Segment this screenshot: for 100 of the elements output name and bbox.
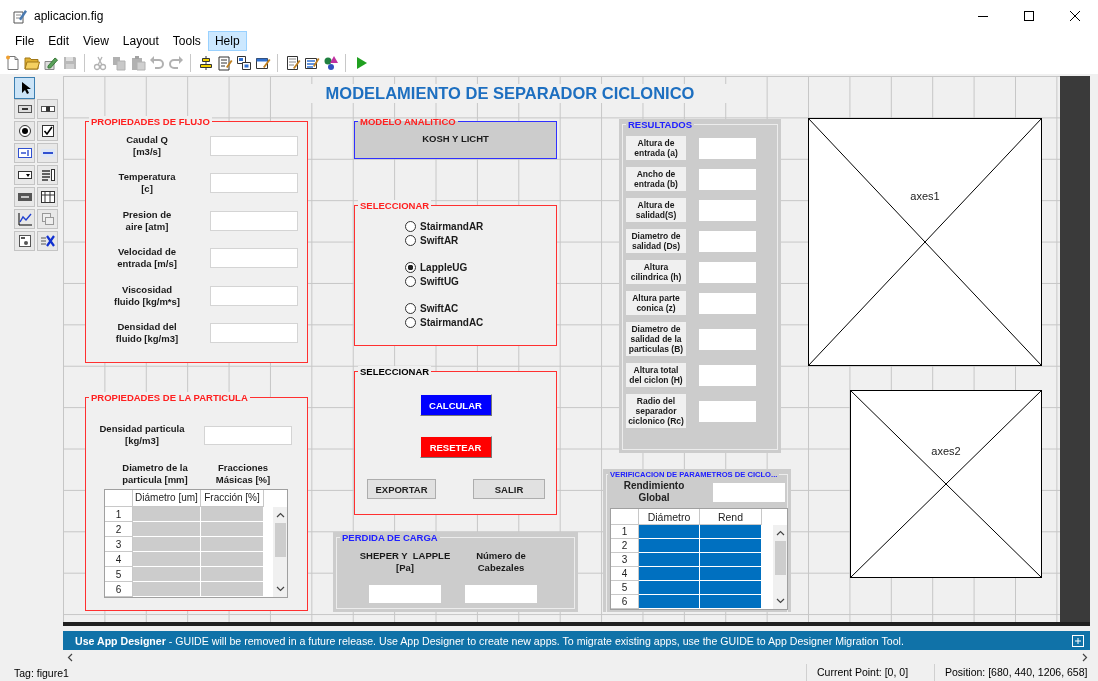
axes-icon (16, 212, 33, 226)
page-pencil-icon[interactable] (284, 54, 301, 71)
panel-title: PERDIDA DE CARGA (340, 532, 440, 543)
scroll-left-icon[interactable] (67, 652, 73, 662)
table-cell (133, 552, 201, 567)
table-cell (133, 507, 201, 522)
scroll-up-icon[interactable] (275, 512, 285, 518)
menu-item[interactable]: Layout (115, 31, 166, 51)
new-file-icon[interactable] (4, 54, 21, 71)
action-button[interactable]: SALIR (473, 479, 545, 499)
model-name: KOSH Y LICHT (421, 132, 490, 144)
input-field[interactable] (210, 173, 298, 194)
option-label: LappleUG (420, 262, 468, 274)
menu-item[interactable]: Help (207, 31, 247, 51)
reset-button[interactable]: RESETEAR (419, 436, 492, 458)
tool-button[interactable] (14, 209, 35, 229)
table-cell (639, 525, 700, 539)
scroll-down-icon[interactable] (775, 598, 785, 604)
menu-item[interactable]: Tools (165, 31, 208, 51)
column-heading: Diametro de la particula [mm] (121, 462, 189, 486)
tool-button[interactable] (14, 121, 35, 141)
scrollbar[interactable] (773, 525, 787, 609)
tool-button[interactable] (37, 187, 58, 207)
folder-icon[interactable] (23, 54, 40, 71)
radio-circle[interactable] (405, 316, 416, 328)
scroll-right-icon[interactable] (1082, 652, 1088, 662)
field-label: Diametro de salidad de la particulas (B) (626, 322, 686, 356)
field-label: Densidad del fluido [kg/m3] (114, 321, 180, 346)
radio-option[interactable]: SwiftUG (405, 274, 556, 288)
field-label: Velocidad de entrada [m/s] (116, 246, 178, 271)
tool-button[interactable] (14, 231, 35, 251)
table-cell (639, 581, 700, 595)
calculate-button[interactable]: CALCULAR (419, 394, 492, 416)
input-field[interactable] (210, 323, 298, 344)
panel-title: PROPIEDADES DE LA PARTICULA (89, 392, 250, 403)
radio-circle[interactable] (405, 303, 416, 315)
panel-title: SELECCIONAR (358, 200, 432, 211)
tab-order-icon[interactable] (235, 54, 252, 71)
window-title: aplicacion.fig (34, 8, 104, 23)
header-corner-cell (611, 509, 639, 525)
column-heading: Fracciones Másicas [%] (214, 462, 272, 486)
radio-option[interactable]: LappleUG (405, 261, 556, 275)
tool-button[interactable] (14, 143, 35, 163)
shapes-icon[interactable] (322, 54, 339, 71)
scroll-thumb[interactable] (774, 541, 786, 575)
radio-circle[interactable] (405, 221, 416, 233)
option-label: StairmandAR (420, 221, 484, 233)
tool-button[interactable] (14, 187, 35, 207)
banner-message: Use App Designer - GUIDE will be removed in a future release. Use App Designer to create new apps. To migrate existing apps, use the GUIDE to App Designer Migration Tool. (75, 634, 904, 647)
option-label: SwiftAC (420, 303, 459, 315)
table-cell (639, 539, 700, 553)
input-field[interactable] (204, 425, 292, 445)
option-label: SwiftAR (420, 234, 459, 246)
input-field[interactable] (210, 210, 298, 231)
tool-button[interactable] (37, 231, 58, 251)
tool-button[interactable] (14, 165, 35, 185)
menu-item[interactable]: Edit (41, 31, 77, 51)
input-field[interactable] (210, 135, 298, 156)
action-button[interactable]: EXPORTAR (367, 479, 436, 499)
menu-item[interactable]: View (76, 31, 116, 51)
field-label: Viscosidad fluido [kg/m*s] (113, 283, 181, 308)
field-label: Presion de aire [atm] (121, 208, 173, 233)
axes-label: axes2 (930, 444, 962, 457)
radio-circle[interactable] (405, 275, 416, 287)
radio-option[interactable]: SwiftAR (405, 233, 556, 247)
table-cell (133, 537, 201, 552)
scroll-down-icon[interactable] (275, 586, 285, 592)
tool-button[interactable] (37, 165, 58, 185)
axes-label: axes1 (909, 189, 941, 202)
panel-title: RESULTADOS (626, 119, 695, 130)
scrollbar[interactable] (273, 507, 287, 597)
button-group-icon (16, 234, 33, 248)
tool-button[interactable] (37, 99, 58, 119)
radio-option[interactable]: SwiftAC (405, 302, 556, 316)
tool-button[interactable] (14, 77, 35, 99)
tool-button[interactable] (37, 121, 58, 141)
input-field[interactable] (210, 285, 298, 306)
radio-circle[interactable] (405, 234, 416, 246)
status-text: Tag: figure1 (13, 666, 70, 679)
table-cell (133, 522, 201, 537)
align-icon[interactable] (197, 54, 214, 71)
field-label: SHEPER Y LAPPLE [Pa] (359, 549, 451, 575)
field-label: Rendimiento Global (622, 480, 686, 504)
menu-item[interactable]: File (8, 31, 42, 51)
panel-title: SELECCIONAR (358, 366, 432, 377)
scroll-up-icon[interactable] (775, 530, 785, 536)
table-cell (133, 567, 201, 582)
edit-text-icon (16, 146, 33, 160)
expand-icon[interactable] (1072, 634, 1084, 647)
radio-option[interactable]: StairmandAR (405, 220, 556, 234)
checkbox-icon (39, 124, 56, 138)
radio-option[interactable]: StairmandAC (405, 315, 556, 329)
table-icon (39, 190, 56, 204)
radio-circle[interactable] (405, 262, 416, 274)
field-label: Altura de entrada (a) (626, 136, 686, 160)
field-label: Radio del separador ciclonico (Rc) (626, 394, 686, 428)
scroll-thumb[interactable] (274, 523, 286, 557)
tool-button[interactable] (14, 99, 35, 119)
input-field[interactable] (210, 248, 298, 269)
field-label: Altura de salidad(S) (626, 198, 686, 222)
